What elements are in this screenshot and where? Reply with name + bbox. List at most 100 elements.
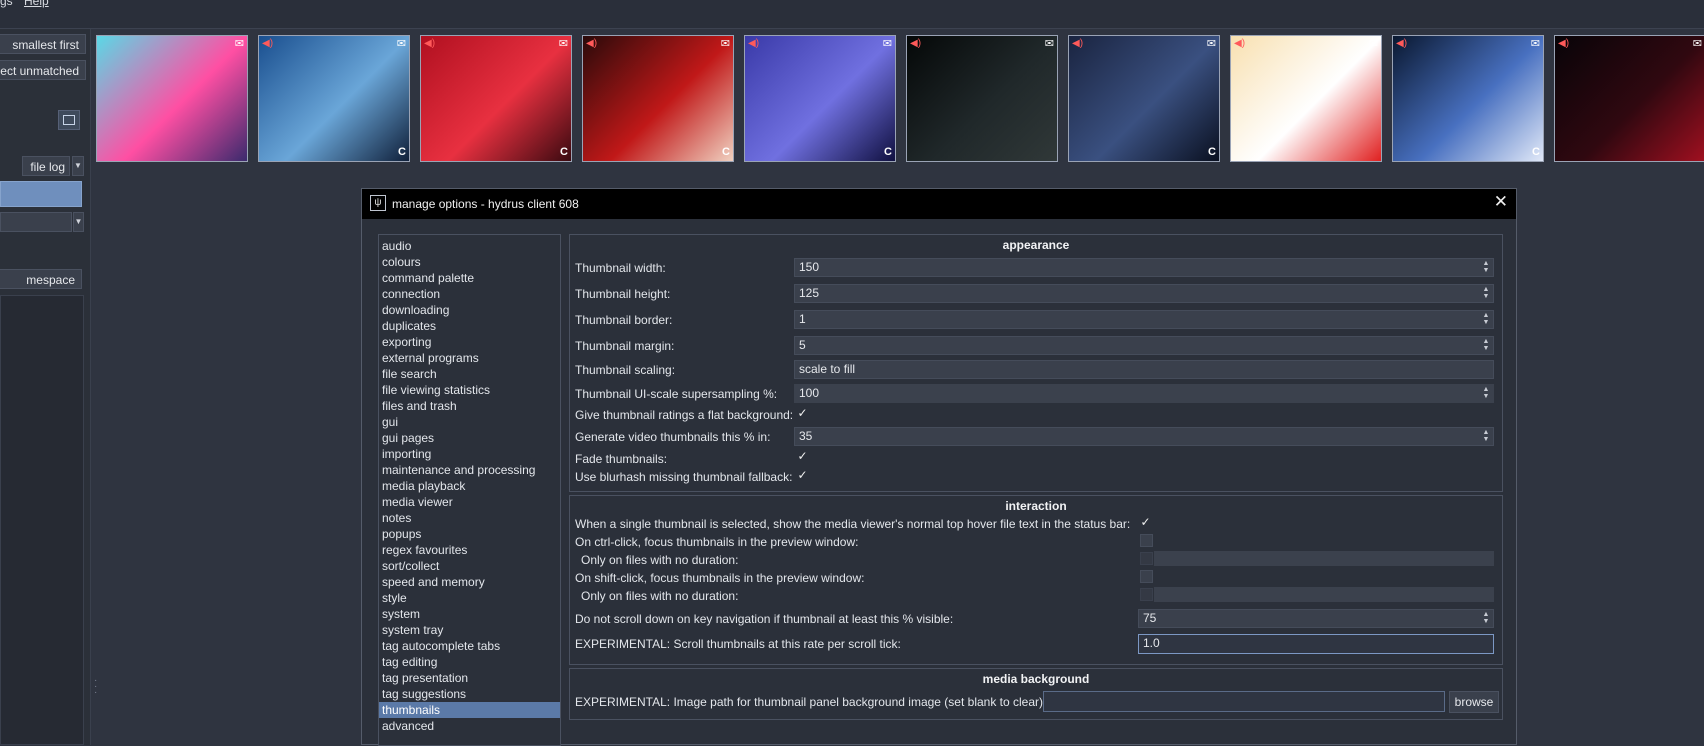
spinner-arrows-icon[interactable]: ▲ ▼ — [1481, 429, 1491, 444]
thumb-4[interactable]: ✉ ◀) C — [582, 35, 734, 162]
thumb-6[interactable]: ✉ ◀) — [906, 35, 1058, 162]
options-category-regex-favourites[interactable]: regex favourites — [379, 542, 560, 558]
collection-icon: C — [722, 146, 730, 158]
options-category-external-programs[interactable]: external programs — [379, 350, 560, 366]
source-dropdown[interactable] — [0, 212, 72, 232]
spinner-arrows-icon[interactable]: ▲ ▼ — [1481, 312, 1491, 327]
options-category-audio[interactable]: audio — [379, 238, 560, 254]
sound-icon: ◀) — [1558, 38, 1570, 49]
options-category-sort-collect[interactable]: sort/collect — [379, 558, 560, 574]
thumbnail-margin-label: Thumbnail margin: — [575, 339, 675, 353]
splitter-handle[interactable]: · · · — [94, 676, 98, 698]
options-category-system-tray[interactable]: system tray — [379, 622, 560, 638]
spinner-arrows-icon[interactable]: ▲ ▼ — [1481, 611, 1491, 626]
options-category-popups[interactable]: popups — [379, 526, 560, 542]
options-category-system[interactable]: system — [379, 606, 560, 622]
file-log-dropdown-icon[interactable]: ▼ — [72, 156, 84, 176]
menu-item-help[interactable]: Help — [24, 0, 49, 8]
options-category-media-viewer[interactable]: media viewer — [379, 494, 560, 510]
scroll-visible-percent-spinner[interactable]: 75 ▲ ▼ — [1138, 609, 1494, 628]
options-category-colours[interactable]: colours — [379, 254, 560, 270]
options-category-notes[interactable]: notes — [379, 510, 560, 526]
thumbnail-margin-spinner[interactable]: 5 ▲ ▼ — [794, 336, 1494, 355]
menu-item-services[interactable]: gs — [0, 0, 13, 8]
manage-options-dialog: ψ manage options - hydrus client 608 ✕ a… — [361, 188, 1517, 746]
options-category-connection[interactable]: connection — [379, 286, 560, 302]
spinner-arrows-icon[interactable]: ▲ ▼ — [1481, 386, 1491, 401]
calendar-button[interactable] — [58, 110, 80, 130]
scroll-rate-label: EXPERIMENTAL: Scroll thumbnails at this … — [575, 637, 901, 651]
options-category-command-palette[interactable]: command palette — [379, 270, 560, 286]
options-category-tag-autocomplete-tabs[interactable]: tag autocomplete tabs — [379, 638, 560, 654]
close-icon[interactable]: ✕ — [1494, 192, 1508, 212]
options-category-style[interactable]: style — [379, 590, 560, 606]
single-selection-hover-text-label: When a single thumbnail is selected, sho… — [575, 517, 1131, 531]
blurhash-fallback-checkbox[interactable]: ✓ — [796, 469, 809, 482]
single-selection-hover-text-checkbox[interactable]: ✓ — [1139, 516, 1152, 529]
options-category-files-and-trash[interactable]: files and trash — [379, 398, 560, 414]
envelope-icon: ✉ — [1368, 38, 1378, 50]
options-category-tag-presentation[interactable]: tag presentation — [379, 670, 560, 686]
options-category-file-viewing-statistics[interactable]: file viewing statistics — [379, 382, 560, 398]
thumb-7[interactable]: ✉ ◀) C — [1068, 35, 1220, 162]
select-unmatched-button[interactable]: ect unmatched — [0, 60, 86, 80]
thumb-3[interactable]: ✉ ◀) C — [420, 35, 572, 162]
options-category-tag-suggestions[interactable]: tag suggestions — [379, 686, 560, 702]
shift-click-focus-label: On shift-click, focus thumbnails in the … — [575, 571, 865, 585]
media-background-section: media background EXPERIMENTAL: Image pat… — [569, 668, 1503, 720]
background-image-path-input[interactable] — [1043, 691, 1445, 712]
interaction-section: interaction When a single thumbnail is s… — [569, 495, 1503, 665]
options-category-thumbnails[interactable]: thumbnails — [379, 702, 560, 718]
options-category-duplicates[interactable]: duplicates — [379, 318, 560, 334]
options-category-importing[interactable]: importing — [379, 446, 560, 462]
sound-icon: ◀) — [586, 38, 598, 49]
shift-click-focus-checkbox[interactable] — [1140, 570, 1153, 583]
thumbnail-width-spinner[interactable]: 150 ▲ ▼ — [794, 258, 1494, 277]
spinner-arrows-icon[interactable]: ▲ ▼ — [1481, 286, 1491, 301]
thumb-8[interactable]: ✉ ◀) — [1230, 35, 1382, 162]
tag-list-box[interactable] — [0, 295, 84, 745]
thumbnail-height-spinner[interactable]: 125 ▲ ▼ — [794, 284, 1494, 303]
namespace-user-button[interactable]: mespace (user) — [0, 269, 82, 307]
envelope-icon: ✉ — [1206, 38, 1216, 50]
browse-button[interactable]: browse — [1449, 691, 1499, 713]
options-category-speed-and-memory[interactable]: speed and memory — [379, 574, 560, 590]
options-category-gui-pages[interactable]: gui pages — [379, 430, 560, 446]
thumbnail-scaling-dropdown[interactable]: scale to fill — [794, 360, 1494, 379]
options-category-tag-editing[interactable]: tag editing — [379, 654, 560, 670]
thumbnail-supersampling-spinner[interactable]: 100 ▲ ▼ — [794, 384, 1494, 403]
thumbnail-border-spinner[interactable]: 1 ▲ ▼ — [794, 310, 1494, 329]
options-category-file-search[interactable]: file search — [379, 366, 560, 382]
thumb-1[interactable]: ✉ — [96, 35, 248, 162]
spinner-arrows-icon[interactable]: ▲ ▼ — [1481, 338, 1491, 353]
fade-thumbnails-checkbox[interactable]: ✓ — [796, 450, 809, 463]
thumb-10[interactable]: ✉ ◀) — [1554, 35, 1704, 162]
spinner-arrows-icon[interactable]: ▲ ▼ — [1481, 260, 1491, 275]
ctrl-click-focus-checkbox[interactable] — [1140, 534, 1153, 547]
options-category-list[interactable]: audio colours command palette connection dow… — [378, 234, 561, 746]
scroll-rate-input[interactable]: 1.0 — [1138, 634, 1494, 654]
hydrus-app-icon: ψ — [370, 195, 386, 211]
options-category-exporting[interactable]: exporting — [379, 334, 560, 350]
options-category-downloading[interactable]: downloading — [379, 302, 560, 318]
thumb-2[interactable]: ✉ ◀) C — [258, 35, 410, 162]
options-category-media-playback[interactable]: media playback — [379, 478, 560, 494]
file-log-button[interactable]: file log — [22, 156, 70, 176]
options-category-gui[interactable]: gui — [379, 414, 560, 430]
source-dropdown-icon[interactable]: ▼ — [73, 212, 84, 232]
ctrl-click-no-duration-checkbox[interactable] — [1140, 552, 1153, 565]
flat-ratings-background-checkbox[interactable]: ✓ — [796, 407, 809, 420]
envelope-icon: ✉ — [1530, 38, 1540, 50]
options-category-advanced[interactable]: advanced — [379, 718, 560, 734]
thumb-9[interactable]: ✉ ◀) C — [1392, 35, 1544, 162]
video-thumbnail-percent-spinner[interactable]: 35 ▲ ▼ — [794, 427, 1494, 446]
collection-icon: C — [398, 146, 406, 158]
options-category-maintenance-and-processing[interactable]: maintenance and processing — [379, 462, 560, 478]
envelope-icon: ✉ — [234, 38, 244, 50]
collection-icon: C — [1208, 146, 1216, 158]
shift-click-no-duration-checkbox[interactable] — [1140, 588, 1153, 601]
sort-smallest-first-button[interactable]: smallest first — [0, 34, 86, 54]
thumb-5[interactable]: ✉ ◀) C — [744, 35, 896, 162]
thumbnail-supersampling-label: Thumbnail UI-scale supersampling %: — [575, 387, 778, 401]
sound-icon: ◀) — [262, 38, 274, 49]
